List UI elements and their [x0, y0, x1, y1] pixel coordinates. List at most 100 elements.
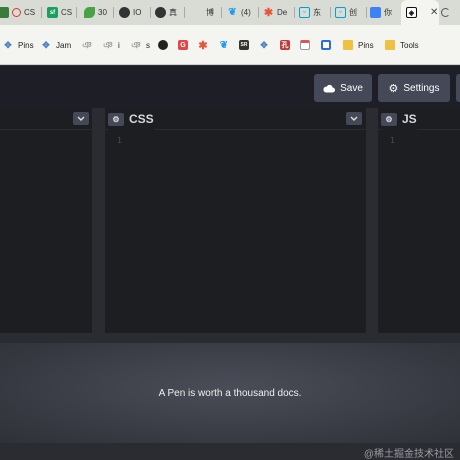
browser-tab[interactable]: IO	[119, 0, 151, 25]
html-editor-pane	[0, 108, 92, 333]
calendar-icon	[300, 40, 310, 50]
loading-icon	[441, 8, 450, 17]
bookmarks-bar: ✥ Pins ✥ Jam ঞ ঞ i ঞ s G ✱ ❦ SR ✥ 孔 Pins…	[0, 25, 460, 65]
save-label: Save	[340, 82, 363, 94]
bookmark-item[interactable]: ✱	[198, 25, 208, 65]
bookmark-item[interactable]: ঞ	[82, 25, 92, 65]
browser-tab[interactable]: sf CS	[47, 0, 77, 25]
bookmark-item[interactable]	[300, 25, 310, 65]
globe-icon	[119, 7, 130, 18]
browser-tab-active[interactable]: ◈ ✕	[401, 0, 439, 25]
folder-icon	[385, 40, 395, 50]
preview-pane: A Pen is worth a thousand docs.	[0, 333, 460, 443]
bookmark-item[interactable]: SR	[239, 25, 249, 65]
chevron-down-icon	[350, 116, 358, 121]
css-pane-menu-button[interactable]	[346, 112, 362, 125]
css-code-area[interactable]: 1	[105, 131, 366, 333]
bookmark-label: Tools	[400, 40, 419, 50]
browser-tab[interactable]: 你	[370, 0, 400, 25]
bookmark-item[interactable]: G	[178, 25, 188, 65]
bookmark-label: Pins	[358, 40, 374, 50]
browser-tab[interactable]: 真	[155, 0, 185, 25]
browser-tab[interactable]: ᵕ 创	[335, 0, 367, 25]
save-button[interactable]: Save	[314, 74, 372, 102]
script-icon: ঞ	[82, 39, 92, 50]
doc-icon	[370, 7, 381, 18]
bookmark-label: s	[146, 40, 150, 50]
blank-icon	[192, 7, 203, 18]
asterisk-icon: ✱	[198, 39, 208, 52]
jam-icon: ✥	[260, 39, 268, 50]
tab-label: 东	[313, 8, 321, 17]
bookmark-folder[interactable]: Pins	[343, 25, 374, 65]
browser-tab[interactable]: ᵕ 东	[299, 0, 331, 25]
github-icon	[158, 40, 168, 50]
script-icon: ঞ	[103, 39, 113, 50]
css-pane-title: ⚙ CSS	[108, 108, 154, 130]
browser-tab[interactable]: CS	[12, 0, 42, 25]
bookmark-item[interactable]: 孔	[280, 25, 290, 65]
jam-icon: ✥	[42, 39, 50, 50]
html-pane-menu-button[interactable]	[73, 112, 89, 125]
bookmark-item[interactable]: ✥ Jam	[41, 25, 71, 65]
blocked-icon	[12, 8, 21, 17]
css-pane-header: ⚙ CSS	[105, 108, 366, 130]
tab-label: 创	[349, 8, 357, 17]
square-icon	[321, 40, 331, 50]
tab-label: CS	[61, 8, 73, 17]
close-tab-icon[interactable]: ✕	[430, 7, 438, 18]
script-icon: ঞ	[131, 39, 141, 50]
gear-icon[interactable]: ⚙	[108, 112, 124, 126]
preview-text: A Pen is worth a thousand docs.	[158, 387, 302, 399]
leaf-icon	[84, 7, 95, 18]
browser-tab-strip: CS sf CS 30 IO 真 博 ❦ (4) ✱ De ᵕ 东 ᵕ 创 你 …	[0, 0, 460, 25]
bookmark-item[interactable]: ✥ Pins	[3, 25, 34, 65]
browser-tab[interactable]: 博	[192, 0, 222, 25]
bilibili-icon: ᵕ	[335, 7, 346, 18]
line-number: 1	[117, 136, 122, 145]
bookmark-item[interactable]: ❦	[219, 25, 229, 65]
js-pane-header: ⚙ JS	[378, 108, 460, 130]
browser-tab[interactable]: 30	[84, 0, 114, 25]
settings-label: Settings	[403, 82, 440, 94]
settings-button[interactable]: ⚙ Settings	[378, 74, 450, 102]
chevron-down-icon	[77, 116, 85, 121]
tab-label: 你	[384, 8, 392, 17]
html-pane-header	[0, 108, 92, 130]
bookmark-label: i	[118, 40, 120, 50]
tab-label: CS	[24, 8, 36, 17]
browser-tab[interactable]: ❦ (4)	[227, 0, 259, 25]
gear-icon[interactable]: ⚙	[381, 112, 397, 126]
js-editor-pane: ⚙ JS 1	[378, 108, 460, 333]
css-editor-pane: ⚙ CSS 1	[105, 108, 366, 333]
bookmark-folder[interactable]: Tools	[385, 25, 419, 65]
bookmark-item[interactable]: ✥	[259, 25, 269, 65]
codepen-icon: ◈	[406, 7, 417, 18]
bookmark-item[interactable]: ঞ i	[103, 25, 120, 65]
tab-label: 30	[98, 8, 107, 17]
twitter-icon: ❦	[219, 39, 229, 51]
bookmark-label: Pins	[18, 40, 34, 50]
tab-label: De	[277, 8, 288, 17]
js-title: JS	[402, 112, 417, 126]
bookmark-item[interactable]	[158, 25, 168, 65]
bookmark-item[interactable]: ঞ s	[131, 25, 150, 65]
bookmark-label: Jam	[56, 40, 72, 50]
cloud-icon	[323, 84, 336, 92]
more-button[interactable]	[456, 74, 460, 102]
line-number: 1	[390, 136, 395, 145]
kong-icon: 孔	[280, 40, 290, 50]
twitter-icon: ❦	[228, 7, 237, 18]
html-code-area[interactable]	[0, 131, 92, 333]
green-favicon-icon	[0, 7, 9, 18]
browser-tab[interactable]: ✱ De	[263, 0, 295, 25]
tab-label: 博	[206, 8, 214, 17]
css-title: CSS	[129, 112, 154, 126]
browser-tab[interactable]	[0, 0, 10, 25]
browser-tab[interactable]	[441, 0, 460, 25]
pins-icon: ✥	[4, 39, 12, 50]
g-icon: G	[178, 40, 188, 50]
tab-label: IO	[133, 8, 142, 17]
js-code-area[interactable]: 1	[378, 131, 460, 333]
bookmark-item[interactable]	[321, 25, 331, 65]
